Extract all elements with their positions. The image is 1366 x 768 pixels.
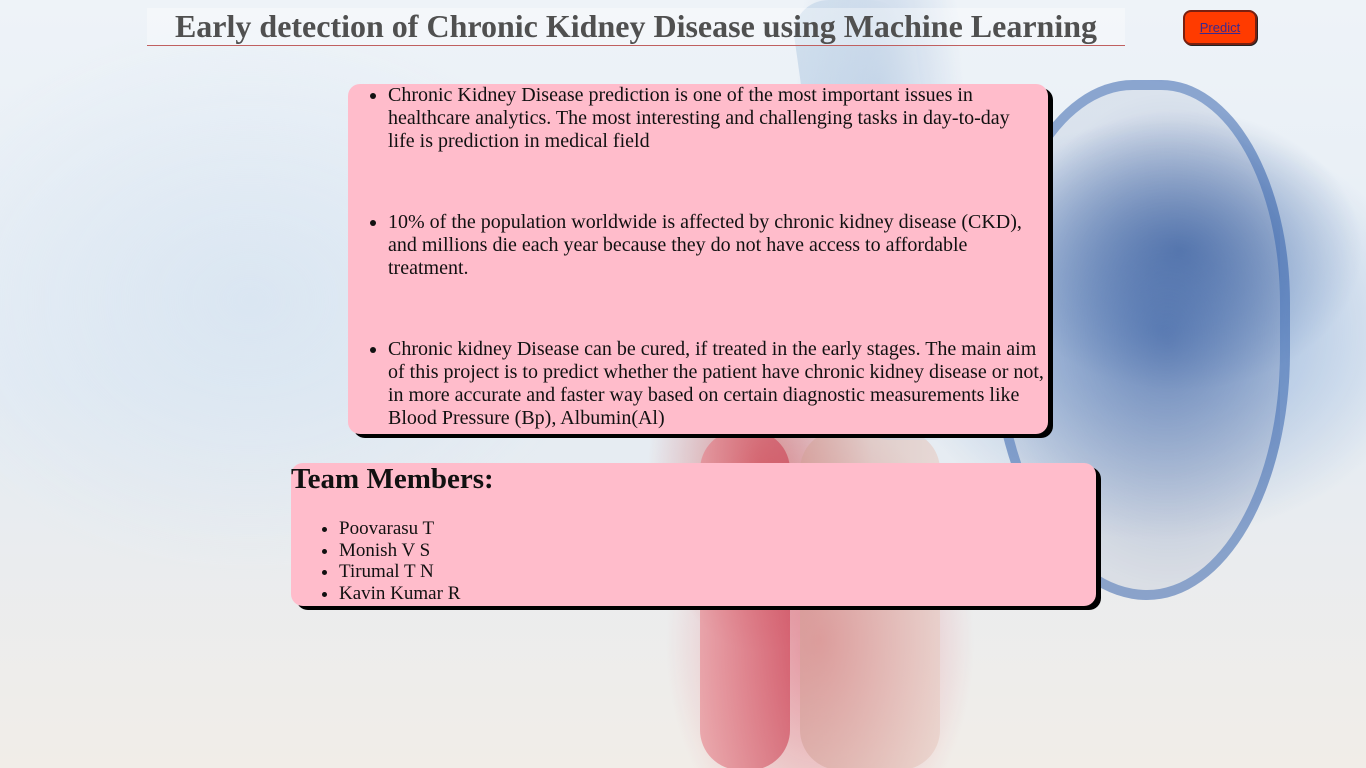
page-header: Early detection of Chronic Kidney Diseas…	[147, 8, 1125, 46]
predict-link[interactable]: Predict	[1200, 20, 1240, 35]
team-card: Team Members: Poovarasu T Monish V S Tir…	[291, 463, 1096, 606]
info-point-population-statistic: 10% of the population worldwide is affec…	[388, 211, 1044, 280]
predict-button[interactable]: Predict	[1183, 10, 1257, 45]
team-heading: Team Members:	[291, 463, 494, 495]
team-member: Monish V S	[339, 540, 460, 562]
info-card: Chronic Kidney Disease prediction is one…	[348, 84, 1048, 434]
team-member: Poovarasu T	[339, 518, 460, 540]
team-list: Poovarasu T Monish V S Tirumal T N Kavin…	[291, 518, 460, 605]
info-point-prediction-importance: Chronic Kidney Disease prediction is one…	[388, 84, 1044, 153]
info-point-project-aim: Chronic kidney Disease can be cured, if …	[388, 338, 1048, 430]
team-member: Tirumal T N	[339, 561, 460, 583]
page-title: Early detection of Chronic Kidney Diseas…	[174, 8, 1098, 44]
team-member: Kavin Kumar R	[339, 583, 460, 605]
